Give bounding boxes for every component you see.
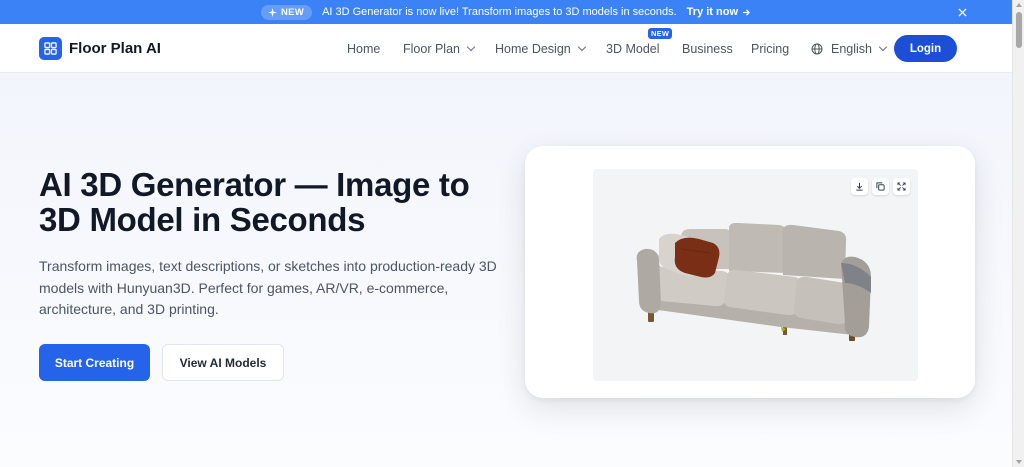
- login-button[interactable]: Login: [894, 35, 957, 62]
- copy-icon: [876, 182, 885, 191]
- chevron-down-icon: [466, 42, 476, 52]
- nav-business-label: Business: [682, 41, 733, 56]
- nav-business[interactable]: Business: [682, 42, 751, 56]
- top-navigation: Floor Plan AI Home Floor Plan Home Desig…: [0, 24, 1012, 73]
- try-it-now-link[interactable]: Try it now: [687, 6, 751, 18]
- hero-section: AI 3D Generator — Image to 3D Model in S…: [0, 73, 1012, 467]
- nav-pricing-label: Pricing: [751, 41, 790, 56]
- language-selector[interactable]: English: [811, 41, 888, 56]
- grid-logo-icon: [39, 37, 62, 60]
- brand-link[interactable]: Floor Plan AI: [39, 37, 161, 60]
- nav-3d-model-new-badge: NEW: [648, 27, 673, 39]
- arrow-right-icon: [742, 8, 751, 16]
- scroll-down-arrow-icon[interactable]: [1016, 460, 1022, 464]
- banner-message: AI 3D Generator is now live! Transform i…: [322, 6, 677, 18]
- 3d-model-viewer[interactable]: [593, 169, 918, 381]
- viewer-toolbar: [851, 178, 910, 195]
- new-badge: NEW: [260, 4, 313, 20]
- view-ai-models-button[interactable]: View AI Models: [162, 344, 284, 381]
- download-icon: [856, 182, 863, 191]
- try-it-now-label: Try it now: [686, 6, 739, 18]
- new-badge-label: NEW: [280, 6, 305, 18]
- language-label: English: [831, 41, 872, 56]
- model-preview-card: [525, 146, 975, 398]
- fullscreen-button[interactable]: [893, 178, 910, 195]
- sparkle-icon: [267, 7, 277, 17]
- sofa-3d-model: [636, 223, 871, 341]
- nav-home-label: Home: [347, 41, 381, 56]
- fullscreen-icon: [897, 182, 906, 191]
- scroll-up-arrow-icon[interactable]: [1016, 3, 1022, 7]
- nav-links: Home Floor Plan Home Design 3D Model NEW…: [347, 24, 888, 73]
- nav-floor-plan-dropdown[interactable]: Floor Plan: [403, 42, 495, 56]
- page-title: AI 3D Generator — Image to 3D Model in S…: [39, 166, 470, 238]
- copy-button[interactable]: [872, 178, 889, 195]
- chevron-down-icon: [878, 42, 888, 52]
- hero-description: Transform images, text descriptions, or …: [39, 258, 497, 317]
- globe-icon: [811, 43, 823, 54]
- page-scrollbar[interactable]: [1012, 0, 1024, 467]
- chevron-down-icon: [577, 42, 586, 52]
- nav-home-design-label: Home Design: [495, 41, 571, 56]
- nav-floor-plan-label: Floor Plan: [403, 41, 460, 56]
- nav-3d-model[interactable]: 3D Model NEW: [606, 27, 682, 56]
- download-button[interactable]: [851, 178, 868, 195]
- nav-home-design-dropdown[interactable]: Home Design: [495, 42, 606, 56]
- announcement-banner: NEW AI 3D Generator is now live! Transfo…: [0, 0, 1012, 24]
- close-icon: [957, 7, 967, 17]
- nav-home[interactable]: Home: [347, 42, 403, 56]
- start-creating-button[interactable]: Start Creating: [39, 344, 150, 381]
- banner-close-button[interactable]: [954, 4, 970, 20]
- brand-name: Floor Plan AI: [69, 40, 161, 57]
- nav-pricing[interactable]: Pricing: [751, 42, 811, 56]
- scrollbar-thumb[interactable]: [1016, 12, 1022, 48]
- nav-3d-model-label: 3D Model: [606, 41, 660, 56]
